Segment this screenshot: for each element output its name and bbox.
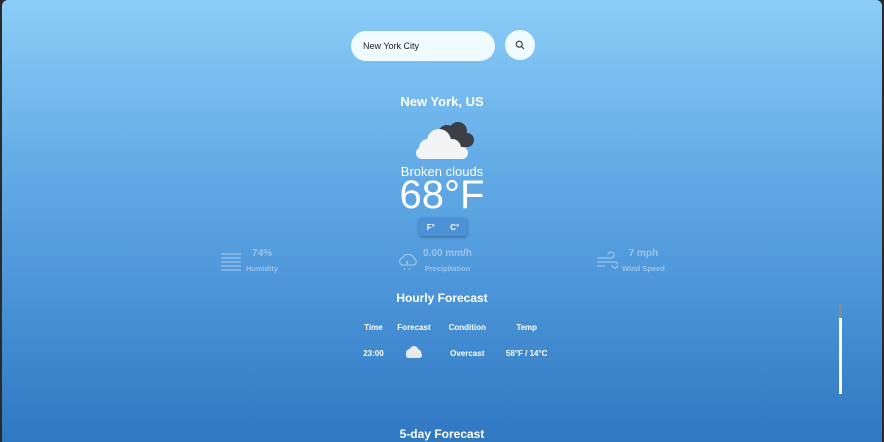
precipitation-value: 0.00 mm/h	[423, 248, 472, 259]
unit-toggle: F° C°	[419, 218, 467, 236]
hourly-forecast-title: Hourly Forecast	[396, 291, 488, 305]
table-row: 23:00 Overcast 58°F / 14°C	[358, 334, 558, 372]
wind-icon	[597, 250, 618, 269]
precipitation-icon	[399, 253, 417, 270]
overcast-cloud-icon	[405, 346, 422, 358]
scrollbar-thumb[interactable]	[839, 304, 842, 318]
fahrenheit-button[interactable]: F°	[427, 223, 435, 232]
humidity-icon	[221, 252, 241, 271]
weather-app: New York, US Broken clouds 68°F F° C°	[2, 0, 882, 442]
hourly-forecast-table: Time Forecast Condition Temp 23:00 Overc…	[358, 320, 558, 372]
humidity-stat: 74% Humidity	[220, 248, 278, 273]
search-input[interactable]	[351, 31, 495, 61]
humidity-label: Humidity	[246, 264, 279, 273]
scrollbar[interactable]	[839, 304, 842, 394]
wind-value: 7 mph	[628, 248, 659, 259]
hourly-forecast-cell	[389, 334, 439, 372]
wind-stat: 7 mph Wind Speed	[596, 248, 665, 273]
hourly-temp: 58°F / 14°C	[505, 348, 548, 358]
celsius-button[interactable]: C°	[450, 223, 459, 232]
hourly-time: 23:00	[363, 348, 384, 358]
humidity-value: 74%	[252, 248, 273, 259]
five-day-forecast-title: 5-day Forecast	[399, 427, 485, 441]
precipitation-stat: 0.00 mm/h Precipitation	[397, 248, 472, 273]
search-icon	[515, 40, 525, 50]
current-temperature: 68°F	[399, 173, 485, 217]
column-header-forecast: Forecast	[397, 322, 431, 332]
wind-label: Wind Speed	[622, 264, 665, 273]
column-header-time: Time	[364, 322, 383, 332]
city-name: New York, US	[400, 94, 484, 109]
hourly-condition: Overcast	[450, 348, 485, 358]
broken-clouds-icon	[416, 122, 474, 159]
column-header-condition: Condition	[448, 322, 486, 332]
table-header-row: Time Forecast Condition Temp	[358, 320, 558, 334]
column-header-temp: Temp	[516, 322, 538, 332]
precipitation-label: Precipitation	[424, 264, 471, 273]
search-button[interactable]	[505, 30, 535, 60]
